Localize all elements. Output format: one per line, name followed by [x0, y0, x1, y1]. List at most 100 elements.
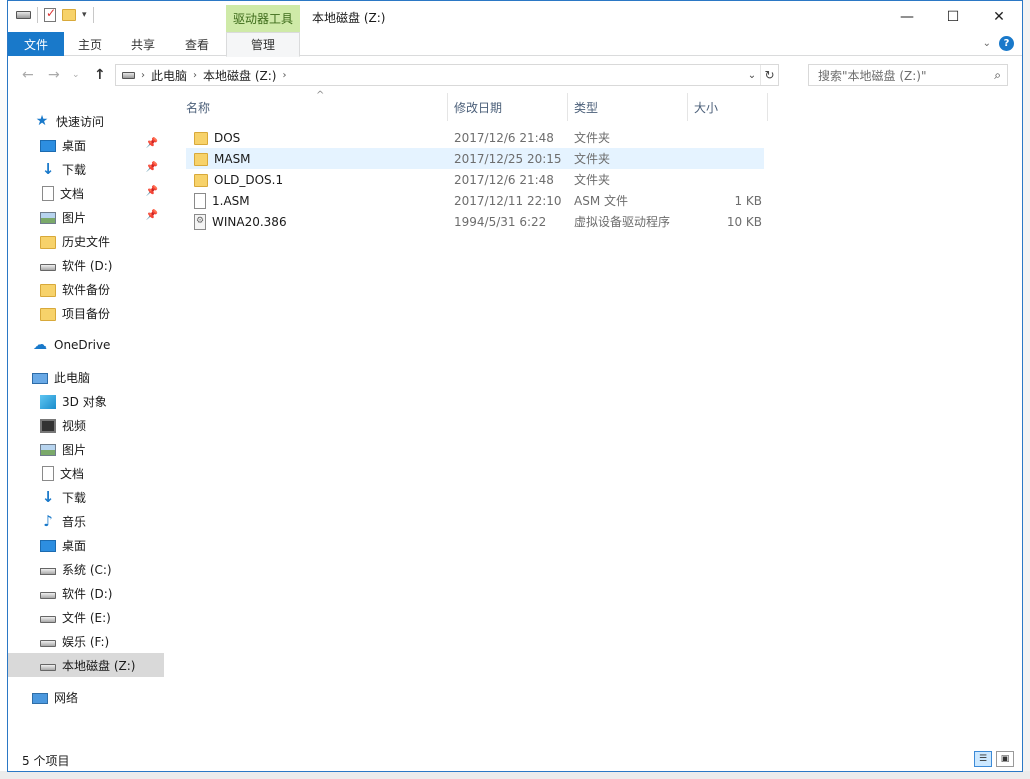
file-size: 1 KB	[734, 193, 762, 208]
nav-onedrive[interactable]: ☁ OneDrive	[8, 333, 164, 357]
back-arrow-icon[interactable]: ←	[22, 67, 34, 83]
column-header-name[interactable]: 名称 ^	[180, 90, 448, 121]
search-icon[interactable]: ⌕	[994, 68, 1001, 83]
nav-item-pc-pictures[interactable]: 图片	[8, 437, 164, 461]
file-size: 10 KB	[726, 214, 762, 229]
drive-icon	[40, 640, 56, 647]
refresh-icon[interactable]: ↻	[760, 65, 778, 85]
nav-item-label: 软件备份	[62, 282, 111, 297]
table-row[interactable]: WINA20.386 1994/5/31 6:22 虚拟设备驱动程序 10 KB	[186, 211, 764, 232]
table-row[interactable]: DOS 2017/12/6 21:48 文件夹	[186, 127, 764, 148]
nav-item-documents[interactable]: 文档 📌	[8, 181, 164, 205]
nav-item-system-c[interactable]: 系统 (C:)	[8, 557, 164, 581]
pin-icon[interactable]: 📌	[146, 186, 158, 197]
breadcrumb-local-disk[interactable]: 本地磁盘 (Z:)	[203, 67, 276, 84]
nav-item-desktop[interactable]: 桌面 📌	[8, 133, 164, 157]
ribbon-right-controls: ⌄ ?	[983, 36, 1014, 51]
column-label: 修改日期	[454, 100, 503, 115]
expand-ribbon-icon[interactable]: ⌄	[983, 38, 991, 49]
tab-manage[interactable]: 管理	[226, 32, 300, 57]
tab-share[interactable]: 共享	[116, 32, 170, 56]
nav-item-pictures[interactable]: 图片 📌	[8, 205, 164, 229]
column-label: 类型	[574, 100, 599, 115]
file-type: 文件夹	[574, 131, 611, 145]
nav-this-pc[interactable]: 此电脑	[8, 365, 164, 389]
address-history-dropdown-icon[interactable]: ⌄	[744, 70, 760, 81]
pin-icon[interactable]: 📌	[146, 210, 158, 221]
nav-item-files-e[interactable]: 文件 (E:)	[8, 605, 164, 629]
forward-arrow-icon[interactable]: →	[48, 67, 60, 83]
tab-home[interactable]: 主页	[64, 32, 116, 56]
pin-icon[interactable]: 📌	[146, 162, 158, 173]
tab-view[interactable]: 查看	[170, 32, 224, 56]
tab-file[interactable]: 文件	[8, 32, 64, 56]
column-header-size[interactable]: 大小	[688, 93, 768, 121]
system-file-icon	[194, 213, 206, 230]
new-folder-icon[interactable]	[62, 9, 76, 21]
nav-item-label: 音乐	[62, 514, 87, 529]
details-view-icon[interactable]: ☰	[974, 751, 992, 767]
nav-item-label: 图片	[62, 210, 87, 225]
chevron-right-icon[interactable]: ›	[141, 70, 145, 81]
navigation-bar: ← → ⌄ ↑ › 此电脑 › 本地磁盘 (Z:) › ⌄ ↻ 搜索"本地磁盘 …	[8, 57, 1022, 93]
table-row[interactable]: MASM 2017/12/25 20:15 文件夹	[186, 148, 764, 169]
pictures-icon	[40, 444, 56, 456]
nav-item-3d-objects[interactable]: 3D 对象	[8, 389, 164, 413]
address-bar[interactable]: › 此电脑 › 本地磁盘 (Z:) › ⌄ ↻	[115, 64, 779, 86]
search-input[interactable]: 搜索"本地磁盘 (Z:)" ⌕	[808, 64, 1008, 86]
status-bar: 5 个项目 ☰ ▣	[8, 749, 1022, 771]
file-name: OLD_DOS.1	[214, 172, 284, 187]
large-icons-view-icon[interactable]: ▣	[996, 751, 1014, 767]
nav-item-entertainment-f[interactable]: 娱乐 (F:)	[8, 629, 164, 653]
chevron-right-icon[interactable]: ›	[193, 70, 197, 81]
nav-item-pc-software-d[interactable]: 软件 (D:)	[8, 581, 164, 605]
close-button[interactable]: ✕	[976, 1, 1022, 32]
maximize-button[interactable]: ☐	[930, 1, 976, 32]
minimize-button[interactable]: —	[884, 1, 930, 32]
properties-icon[interactable]	[44, 6, 56, 22]
recent-locations-icon[interactable]: ⌄	[72, 70, 80, 80]
file-type: 虚拟设备驱动程序	[574, 215, 671, 229]
navigation-pane: ★ 快速访问 桌面 📌 ↓ 下载 📌 文档 📌 图片 📌 历史文件 软件 (D:…	[8, 93, 164, 745]
nav-item-label: 桌面	[62, 138, 87, 153]
folder-icon	[40, 235, 56, 249]
drive-icon[interactable]	[16, 11, 31, 19]
nav-item-label: 3D 对象	[62, 394, 107, 409]
column-label: 大小	[694, 100, 719, 115]
drive-icon	[40, 592, 56, 599]
file-name: WINA20.386	[212, 214, 287, 229]
nav-item-software-d[interactable]: 软件 (D:)	[8, 253, 164, 277]
help-icon[interactable]: ?	[999, 36, 1014, 51]
column-header-type[interactable]: 类型	[568, 93, 688, 121]
table-row[interactable]: 1.ASM 2017/12/11 22:10 ASM 文件 1 KB	[186, 190, 764, 211]
nav-item-pc-desktop[interactable]: 桌面	[8, 533, 164, 557]
drive-tools-context-label: 驱动器工具	[226, 5, 300, 32]
nav-item-label: 文档	[60, 466, 85, 481]
file-name: DOS	[214, 130, 241, 145]
file-date: 2017/12/25 20:15	[454, 151, 562, 166]
nav-item-downloads[interactable]: ↓ 下载 📌	[8, 157, 164, 181]
up-arrow-icon[interactable]: ↑	[94, 67, 106, 83]
breadcrumb-this-pc[interactable]: 此电脑	[151, 67, 187, 84]
chevron-right-icon[interactable]: ›	[282, 70, 286, 81]
nav-item-music[interactable]: ♪ 音乐	[8, 509, 164, 533]
file-size	[694, 148, 762, 169]
nav-item-pc-documents[interactable]: 文档	[8, 461, 164, 485]
table-row[interactable]: OLD_DOS.1 2017/12/6 21:48 文件夹	[186, 169, 764, 190]
nav-item-project-backup[interactable]: 项目备份	[8, 301, 164, 325]
quick-access-toolbar: ▾	[16, 6, 94, 23]
nav-item-local-disk-z[interactable]: 本地磁盘 (Z:)	[8, 653, 164, 677]
column-header-date[interactable]: 修改日期	[448, 93, 568, 121]
nav-item-software-backup[interactable]: 软件备份	[8, 277, 164, 301]
music-icon: ♪	[43, 512, 53, 530]
nav-item-pc-downloads[interactable]: ↓ 下载	[8, 485, 164, 509]
nav-item-videos[interactable]: 视频	[8, 413, 164, 437]
background-window-edge-right	[1022, 0, 1030, 779]
nav-network[interactable]: 网络	[8, 685, 164, 709]
file-date: 2017/12/6 21:48	[454, 130, 554, 145]
file-name-cell: MASM	[194, 148, 251, 169]
pin-icon[interactable]: 📌	[146, 138, 158, 149]
nav-quick-access[interactable]: ★ 快速访问	[8, 109, 164, 133]
customize-toolbar-dropdown-icon[interactable]: ▾	[82, 10, 87, 20]
nav-item-history-files[interactable]: 历史文件	[8, 229, 164, 253]
